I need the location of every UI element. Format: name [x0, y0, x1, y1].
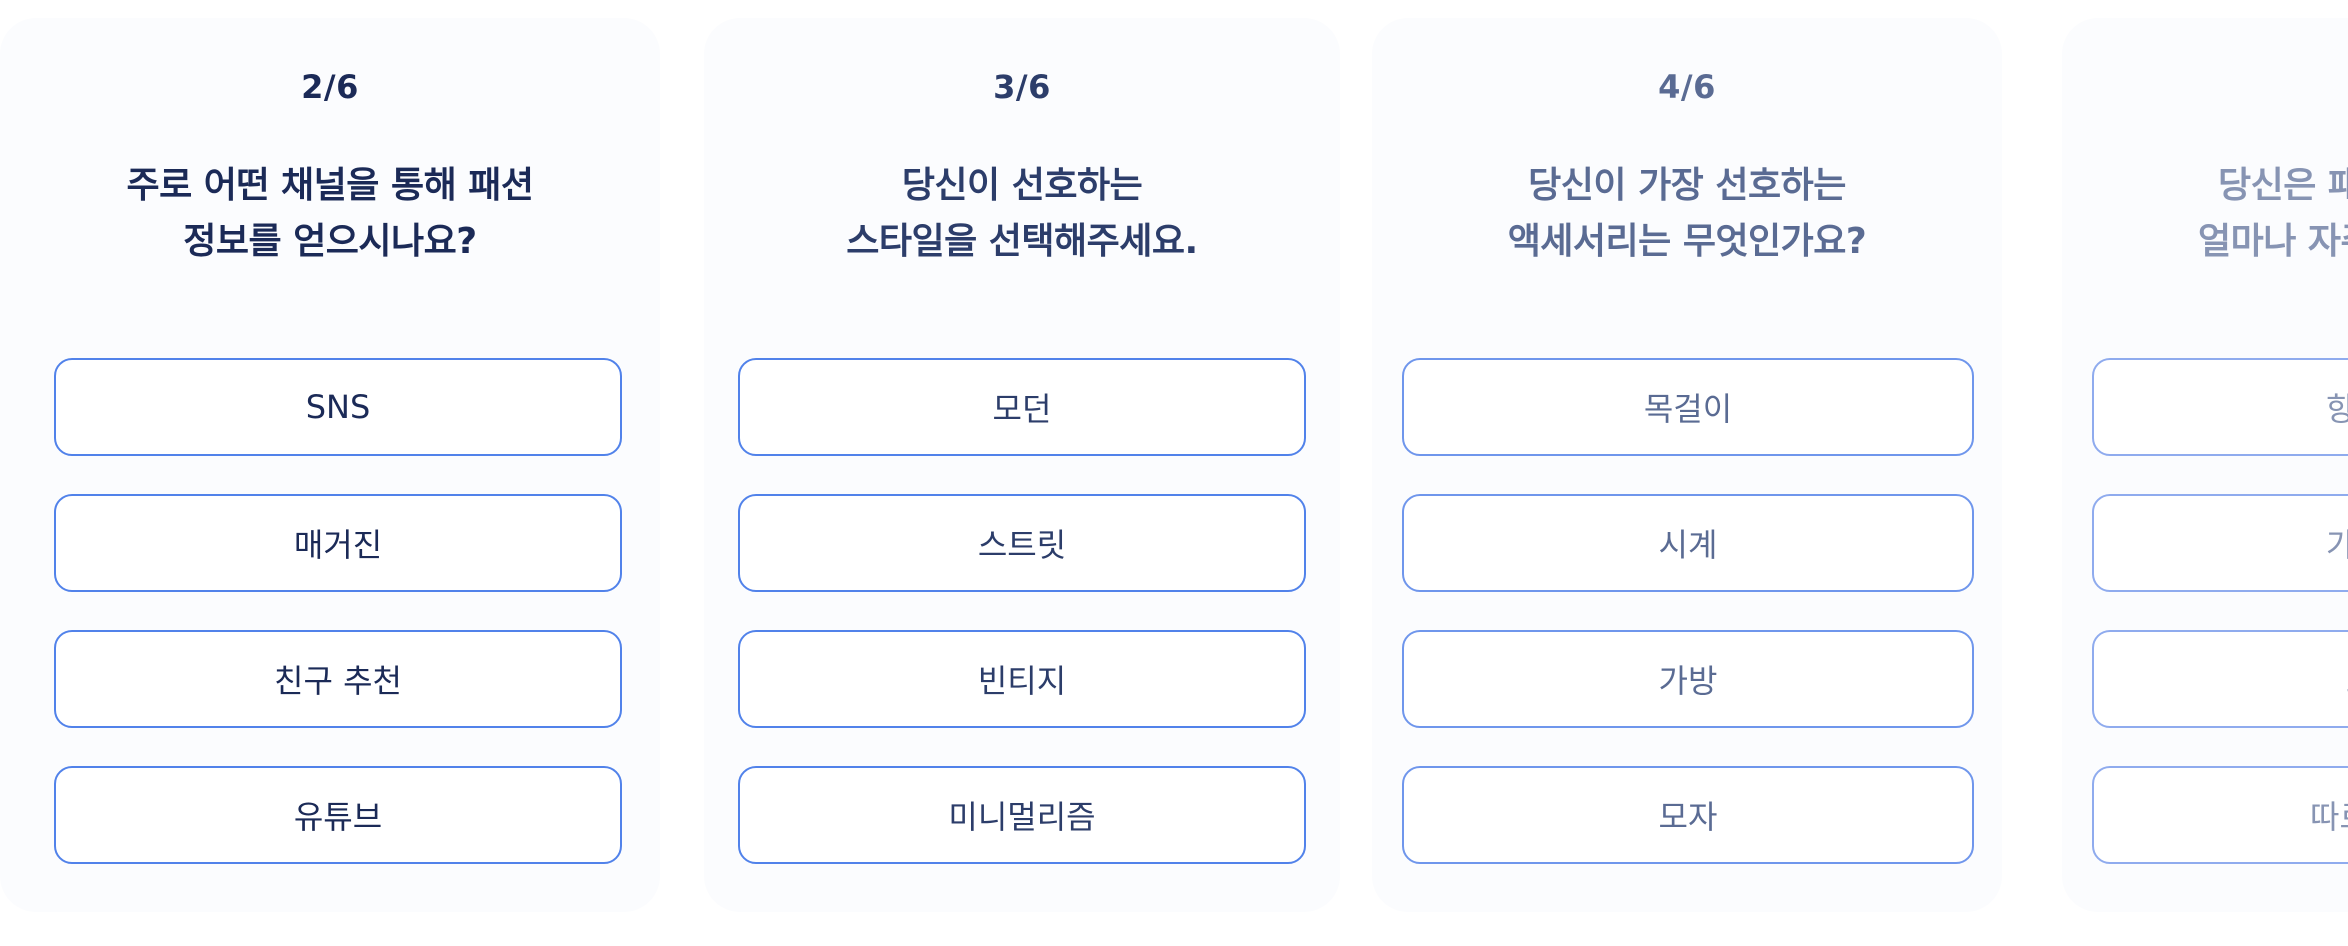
- survey-card-2: 2/6 주로 어떤 채널을 통해 패션 정보를 얻으시나요? SNS 매거진 친…: [0, 18, 660, 912]
- step-indicator: 2/6: [301, 68, 359, 106]
- option-button-vintage[interactable]: 빈티지: [738, 630, 1306, 728]
- option-button-modern[interactable]: 모던: [738, 358, 1306, 456]
- question-line-1: 주로 어떤 채널을 통해 패션: [126, 165, 534, 206]
- question-title: 당신이 선호하는 스타일을 선택해주세요.: [704, 158, 1340, 270]
- survey-card-5: 5 당신은 패 얼마나 자주 항싱 가끔 보 따르기: [2062, 18, 2348, 912]
- option-button-magazine[interactable]: 매거진: [54, 494, 622, 592]
- question-line-2: 스타일을 선택해주세요.: [846, 221, 1198, 262]
- option-button-normal[interactable]: 보: [2092, 630, 2348, 728]
- question-line-2: 액세서리는 무엇인가요?: [1507, 221, 1867, 262]
- step-indicator: 3/6: [993, 68, 1051, 106]
- option-button-necklace[interactable]: 목걸이: [1402, 358, 1974, 456]
- survey-carousel: 2/6 주로 어떤 채널을 통해 패션 정보를 얻으시나요? SNS 매거진 친…: [0, 0, 2348, 946]
- option-button-bag[interactable]: 가방: [1402, 630, 1974, 728]
- question-line-1: 당신이 선호하는: [901, 165, 1143, 206]
- question-line-1: 당신은 패: [2218, 165, 2348, 206]
- option-button-youtube[interactable]: 유튜브: [54, 766, 622, 864]
- option-button-watch[interactable]: 시계: [1402, 494, 1974, 592]
- step-indicator: 4/6: [1658, 68, 1716, 106]
- question-title: 당신이 가장 선호하는 액세서리는 무엇인가요?: [1372, 158, 2002, 270]
- option-button-sometimes[interactable]: 가끔: [2092, 494, 2348, 592]
- question-title: 주로 어떤 채널을 통해 패션 정보를 얻으시나요?: [0, 158, 660, 270]
- option-button-street[interactable]: 스트릿: [738, 494, 1306, 592]
- option-button-follow[interactable]: 따르기: [2092, 766, 2348, 864]
- survey-card-3: 3/6 당신이 선호하는 스타일을 선택해주세요. 모던 스트릿 빈티지 미니멀…: [704, 18, 1340, 912]
- question-line-2: 정보를 얻으시나요?: [183, 221, 477, 262]
- option-button-sns[interactable]: SNS: [54, 358, 622, 456]
- question-line-1: 당신이 가장 선호하는: [1528, 165, 1846, 206]
- option-button-friend-recommendation[interactable]: 친구 추천: [54, 630, 622, 728]
- option-button-always[interactable]: 항싱: [2092, 358, 2348, 456]
- survey-card-4: 4/6 당신이 가장 선호하는 액세서리는 무엇인가요? 목걸이 시계 가방 모…: [1372, 18, 2002, 912]
- question-title: 당신은 패 얼마나 자주: [2062, 158, 2348, 270]
- option-button-hat[interactable]: 모자: [1402, 766, 1974, 864]
- question-line-2: 얼마나 자주: [2198, 221, 2348, 262]
- option-button-minimalism[interactable]: 미니멀리즘: [738, 766, 1306, 864]
